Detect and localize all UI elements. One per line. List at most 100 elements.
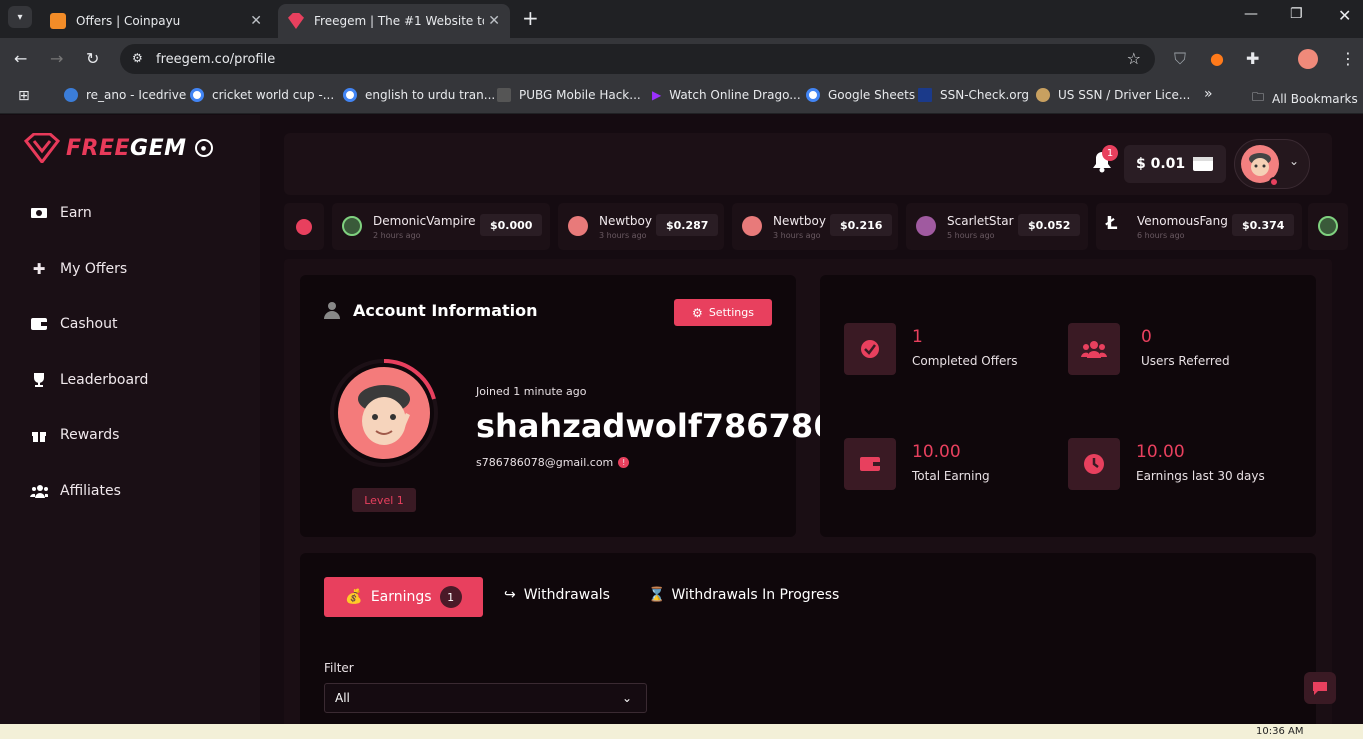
bookmark-item[interactable]: ▶ Watch Online Drago... bbox=[652, 88, 801, 102]
star-icon[interactable]: ☆ bbox=[1127, 49, 1141, 68]
freegem-icon bbox=[288, 13, 304, 29]
balance-button[interactable]: $ 0.01 bbox=[1124, 145, 1226, 183]
email-row: s786786078@gmail.com ! bbox=[476, 456, 630, 469]
bookmark-item[interactable]: Google Sheets bbox=[806, 88, 915, 102]
site-info-icon[interactable]: ⚙ bbox=[132, 51, 143, 65]
browser-tab-strip: ▾ Offers | Coinpayu ✕ Freegem | The #1 W… bbox=[0, 0, 1363, 38]
tab-label: Earnings bbox=[370, 589, 432, 605]
ticker-name: Newtboy bbox=[599, 214, 652, 228]
sidebar-item-earn[interactable]: Earn bbox=[30, 205, 92, 221]
close-icon[interactable]: ✕ bbox=[250, 13, 262, 29]
profile-avatar-ring bbox=[330, 359, 438, 467]
sidebar-item-affiliates[interactable]: Affiliates bbox=[30, 483, 121, 499]
bookmark-item[interactable]: SSN-Check.org bbox=[918, 88, 1029, 102]
email-text: s786786078@gmail.com bbox=[476, 456, 614, 469]
filter-select[interactable]: All ⌄ bbox=[324, 683, 647, 713]
users-referred-icon-box bbox=[1068, 323, 1120, 375]
google-icon bbox=[806, 88, 820, 102]
sidebar-item-label: Leaderboard bbox=[60, 372, 149, 388]
tab-withdrawals[interactable]: ↪ Withdrawals bbox=[504, 587, 610, 603]
sidebar-item-label: Earn bbox=[60, 205, 92, 221]
address-bar[interactable]: ⚙ freegem.co/profile ☆ bbox=[120, 44, 1155, 74]
chevron-down-icon: ▾ bbox=[17, 11, 23, 23]
bookmark-item[interactable]: PUBG Mobile Hack... bbox=[497, 88, 641, 102]
freegem-logo[interactable]: FREEGEM ● bbox=[24, 133, 213, 163]
stats-card: 1 Completed Offers 0 Users Referred 10.0… bbox=[820, 275, 1316, 537]
sidebar-item-label: Cashout bbox=[60, 316, 118, 332]
filter-label: Filter bbox=[324, 661, 354, 675]
settings-button[interactable]: ⚙ Settings bbox=[674, 299, 772, 326]
chat-icon bbox=[1313, 682, 1327, 695]
tab-freegem[interactable]: Freegem | The #1 Website to m ✕ bbox=[278, 4, 510, 38]
shield-extension-icon[interactable]: ⛉ bbox=[1174, 49, 1186, 69]
gift-icon bbox=[30, 427, 48, 443]
clock-icon bbox=[1084, 454, 1104, 474]
users-referred-value: 0 bbox=[1141, 327, 1152, 347]
tab-title: Offers | Coinpayu bbox=[76, 14, 181, 28]
tab-search-button[interactable]: ▾ bbox=[8, 6, 32, 28]
apps-icon[interactable]: ⊞ bbox=[18, 88, 30, 104]
close-icon[interactable]: ✕ bbox=[488, 13, 500, 29]
total-earning-value: 10.00 bbox=[912, 442, 961, 462]
bookmark-label: cricket world cup -... bbox=[212, 88, 335, 102]
more-bookmarks-icon[interactable]: » bbox=[1204, 86, 1213, 102]
history-card: 💰 Earnings 1 ↪ Withdrawals ⌛ Withdrawals… bbox=[300, 553, 1316, 724]
username: shahzadwolf786786 bbox=[476, 407, 836, 445]
browser-toolbar: ← → ↻ ⚙ freegem.co/profile ☆ ⛉ ● ✚ ⋮ bbox=[0, 38, 1363, 80]
ticker-item[interactable]: DemonicVampire 2 hours ago $0.000 bbox=[332, 203, 550, 250]
minimize-icon[interactable]: — bbox=[1244, 6, 1258, 22]
taskbar-time: 10:36 AM bbox=[1256, 726, 1304, 737]
ticker-item[interactable]: Newtboy 3 hours ago $0.287 bbox=[558, 203, 724, 250]
new-tab-button[interactable]: + bbox=[522, 6, 539, 30]
ticker-item[interactable]: Ł VenomousFang 6 hours ago $0.374 bbox=[1096, 203, 1302, 250]
bookmark-item[interactable]: english to urdu tran... bbox=[343, 88, 495, 102]
sidebar-item-leaderboard[interactable]: Leaderboard bbox=[30, 372, 148, 388]
profile-avatar[interactable] bbox=[1298, 49, 1318, 69]
bookmark-label: US SSN / Driver Lice... bbox=[1058, 88, 1191, 102]
sidebar-item-label: Affiliates bbox=[60, 483, 121, 499]
total-earning-icon-box bbox=[844, 438, 896, 490]
ticker-item[interactable] bbox=[1308, 203, 1348, 250]
ticker-item[interactable]: ScarletStar 5 hours ago $0.052 bbox=[906, 203, 1088, 250]
bookmark-item[interactable]: re_ano - Icedrive bbox=[64, 88, 186, 102]
sidebar-item-my-offers[interactable]: ✚ My Offers bbox=[30, 260, 127, 278]
check-circle-icon bbox=[861, 340, 879, 358]
sidebar-item-rewards[interactable]: Rewards bbox=[30, 427, 119, 443]
ticker-time: 6 hours ago bbox=[1137, 231, 1185, 240]
coinpayu-icon bbox=[50, 13, 66, 29]
extension-orange-icon[interactable]: ● bbox=[1210, 49, 1224, 68]
tab-earnings[interactable]: 💰 Earnings 1 bbox=[324, 577, 483, 617]
puzzle-icon[interactable]: ✚ bbox=[1246, 49, 1259, 68]
forward-icon[interactable]: → bbox=[50, 49, 63, 68]
back-icon[interactable]: ← bbox=[14, 49, 27, 68]
bookmark-label: All Bookmarks bbox=[1272, 91, 1358, 106]
gem-logo-icon bbox=[24, 133, 60, 163]
users-referred-label: Users Referred bbox=[1141, 354, 1230, 368]
earnings-30-days-value: 10.00 bbox=[1136, 442, 1185, 462]
play-circle-icon[interactable]: ● bbox=[194, 139, 213, 157]
notification-button[interactable]: 1 bbox=[1092, 145, 1118, 177]
all-bookmarks[interactable]: 🗀 All Bookmarks bbox=[1252, 88, 1358, 109]
close-window-icon[interactable]: ✕ bbox=[1338, 6, 1351, 25]
chat-button[interactable] bbox=[1304, 672, 1336, 704]
tab-withdrawals-in-progress[interactable]: ⌛ Withdrawals In Progress bbox=[648, 587, 839, 603]
user-menu[interactable]: ⌄ bbox=[1234, 139, 1310, 189]
sidebar-item-cashout[interactable]: Cashout bbox=[30, 316, 117, 332]
live-earnings-ticker: DemonicVampire 2 hours ago $0.000 Newtbo… bbox=[284, 203, 1348, 251]
reload-icon[interactable]: ↻ bbox=[86, 49, 99, 68]
face-icon bbox=[1036, 88, 1050, 102]
icedrive-icon bbox=[64, 88, 78, 102]
tab-coinpayu[interactable]: Offers | Coinpayu ✕ bbox=[40, 4, 272, 38]
notification-badge: 1 bbox=[1102, 145, 1118, 161]
bookmark-item[interactable]: US SSN / Driver Lice... bbox=[1036, 88, 1190, 102]
puzzle-icon: ✚ bbox=[32, 260, 46, 278]
ticker-amount: $0.287 bbox=[656, 214, 719, 236]
earnings-30-days-label: Earnings last 30 days bbox=[1136, 469, 1265, 483]
restore-icon[interactable]: ❐ bbox=[1290, 6, 1303, 22]
ticker-item[interactable]: Newtboy 3 hours ago $0.216 bbox=[732, 203, 898, 250]
menu-icon[interactable]: ⋮ bbox=[1340, 49, 1356, 68]
bookmark-item[interactable]: cricket world cup -... bbox=[190, 88, 334, 102]
litecoin-icon: Ł bbox=[1106, 213, 1126, 234]
warning-icon[interactable]: ! bbox=[618, 457, 630, 468]
ticker-time: 5 hours ago bbox=[947, 231, 995, 240]
